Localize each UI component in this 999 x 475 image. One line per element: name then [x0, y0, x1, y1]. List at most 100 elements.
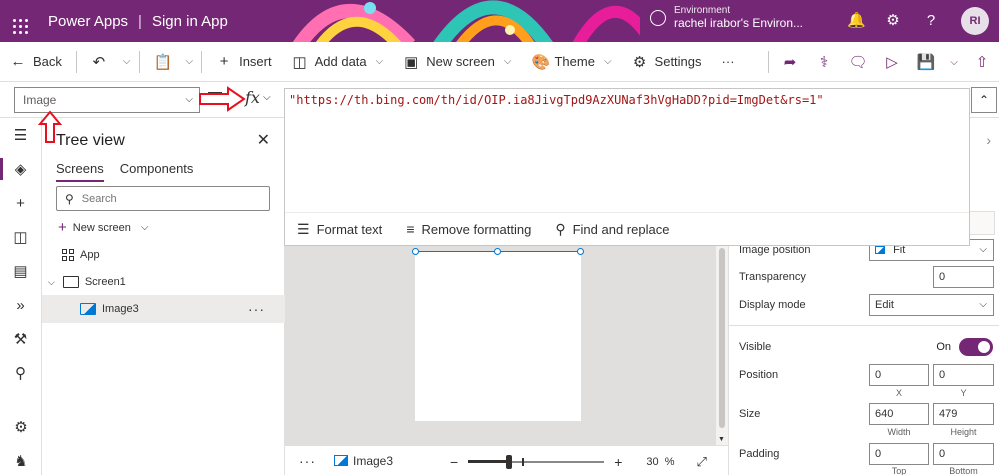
- format-text-button[interactable]: ☰ Format text: [285, 221, 394, 238]
- undo-dropdown[interactable]: ⌵: [117, 42, 135, 82]
- fx-icon[interactable]: fx: [245, 88, 260, 107]
- scrollbar-thumb[interactable]: [719, 248, 725, 428]
- divider: [138, 50, 140, 73]
- zoom-percent-value: 30: [646, 456, 659, 468]
- fit-to-window-icon[interactable]: ⤢: [697, 454, 707, 470]
- tree-search[interactable]: ⚲: [56, 186, 270, 211]
- layers-icon[interactable]: ◈: [0, 152, 41, 186]
- database-icon[interactable]: ◫: [0, 220, 41, 254]
- chevron-down-icon: ⌵: [185, 94, 193, 105]
- insert-button[interactable]: + Insert: [206, 42, 282, 82]
- tree-view-panel: Tree view ✕ Screens Components ⚲ + New s…: [42, 118, 285, 475]
- new-screen-button[interactable]: + New screen ⌵: [58, 219, 148, 236]
- chevron-down-icon[interactable]: ⌵: [263, 92, 271, 103]
- tools-icon[interactable]: ⚒: [0, 322, 41, 356]
- screen-canvas[interactable]: [415, 251, 581, 421]
- tab-screens[interactable]: Screens: [56, 161, 104, 182]
- command-bar: ← Back ↶ ⌵ 📋 ⌵ + Insert ◫ Add data ⌵ ▣ N…: [0, 42, 999, 82]
- virtual-agent-icon[interactable]: ♞: [0, 444, 42, 475]
- size-width-label: Width: [887, 427, 911, 437]
- remove-formatting-button[interactable]: ≡ Remove formatting: [394, 221, 543, 237]
- padding-top-input[interactable]: 0: [869, 443, 929, 465]
- hamburger-icon[interactable]: [208, 92, 222, 107]
- formula-editor[interactable]: "https://th.bing.com/th/id/OIP.ia8JivgTp…: [284, 88, 970, 246]
- environment-picker[interactable]: Environment rachel irabor's Environ...: [650, 5, 803, 30]
- zoom-percent: 30 %: [646, 456, 674, 468]
- more-icon[interactable]: ···: [299, 453, 316, 469]
- property-dropdown[interactable]: Image ⌵: [14, 87, 200, 113]
- tree-item-screen1[interactable]: ⌵ Screen1: [42, 268, 285, 296]
- new-screen-button[interactable]: ▣ New screen ⌵: [393, 42, 521, 82]
- play-icon[interactable]: ▷: [875, 53, 909, 71]
- add-data-button[interactable]: ◫ Add data ⌵: [282, 42, 394, 82]
- padding-bottom-input[interactable]: 0: [933, 443, 994, 465]
- size-height-input[interactable]: 479: [933, 403, 994, 425]
- properties-top-control[interactable]: [967, 211, 995, 235]
- bell-icon[interactable]: 🔔: [847, 13, 866, 29]
- resize-handle[interactable]: [494, 248, 501, 255]
- help-icon[interactable]: ?: [923, 13, 939, 29]
- display-mode-dropdown[interactable]: Edit ⌵: [869, 294, 994, 316]
- avatar[interactable]: RI: [961, 7, 989, 35]
- globe-icon: [650, 9, 666, 26]
- app-launcher-button[interactable]: [0, 9, 40, 34]
- size-width-input[interactable]: 640: [869, 403, 929, 425]
- paste-button[interactable]: 📋: [144, 42, 180, 82]
- stethoscope-icon[interactable]: ⚕: [807, 53, 841, 71]
- zoom-controls: − + 30 % ⤢: [450, 454, 707, 470]
- chevron-up-icon: ⌃: [978, 93, 990, 107]
- paste-dropdown[interactable]: ⌵: [180, 42, 198, 82]
- chevron-down-icon[interactable]: ⌵: [943, 57, 965, 68]
- power-automate-icon[interactable]: »: [0, 288, 41, 322]
- menu-icon[interactable]: ☰: [0, 118, 41, 152]
- position-y-input[interactable]: 0: [933, 364, 994, 386]
- settings-icon[interactable]: ⚙: [0, 410, 42, 444]
- formula-value[interactable]: "https://th.bing.com/th/id/OIP.ia8JivgTp…: [289, 93, 824, 107]
- selected-control-breadcrumb[interactable]: Image3: [334, 454, 393, 468]
- database-plus-icon: ◫: [292, 53, 307, 71]
- transparency-input[interactable]: 0: [933, 266, 994, 288]
- zoom-slider[interactable]: [468, 455, 605, 469]
- zoom-percent-sign: %: [664, 456, 675, 468]
- zoom-out-button[interactable]: −: [450, 454, 458, 470]
- publish-icon[interactable]: ⇧: [965, 53, 999, 71]
- settings-label: Settings: [654, 54, 702, 69]
- find-replace-button[interactable]: ⚲ Find and replace: [543, 221, 681, 238]
- search-icon[interactable]: ⚲: [0, 356, 41, 390]
- search-input[interactable]: [81, 192, 252, 205]
- new-screen-label: New screen: [72, 221, 131, 234]
- divider: [75, 50, 77, 73]
- scroll-down-icon[interactable]: ▼: [718, 436, 725, 443]
- chevron-right-icon[interactable]: ›: [986, 132, 991, 148]
- divider: [201, 50, 203, 73]
- zoom-in-button[interactable]: +: [614, 454, 622, 470]
- palette-icon: 🎨: [531, 53, 551, 71]
- visible-toggle[interactable]: [959, 338, 993, 356]
- chevron-down-icon[interactable]: ⌵: [48, 277, 55, 288]
- media-icon[interactable]: ▤: [0, 254, 41, 288]
- resize-handle[interactable]: [577, 248, 584, 255]
- undo-button[interactable]: ↶: [81, 42, 117, 82]
- position-y-label: Y: [960, 388, 967, 398]
- collapse-formula-button[interactable]: ⌃: [971, 87, 997, 113]
- tree-item-image3[interactable]: Image3 ···: [42, 295, 285, 323]
- plus-icon: +: [58, 219, 67, 236]
- theme-button[interactable]: 🎨 Theme ⌵: [521, 42, 621, 82]
- settings-button[interactable]: ⚙ Settings: [622, 42, 712, 82]
- comment-icon[interactable]: 🗨: [841, 53, 875, 71]
- save-icon[interactable]: 💾: [909, 53, 943, 71]
- more-commands-button[interactable]: ···: [712, 42, 745, 82]
- product-name[interactable]: Power Apps: [48, 13, 128, 30]
- position-x-input[interactable]: 0: [869, 364, 929, 386]
- close-icon[interactable]: ✕: [257, 130, 270, 150]
- more-options-icon[interactable]: ···: [248, 301, 265, 317]
- tree-item-app[interactable]: App: [42, 241, 285, 269]
- tab-components[interactable]: Components: [120, 161, 194, 182]
- gear-icon[interactable]: ⚙: [885, 13, 901, 29]
- back-button[interactable]: ← Back: [0, 42, 72, 82]
- divider: [768, 51, 769, 73]
- resize-handle[interactable]: [412, 248, 419, 255]
- plus-icon[interactable]: +: [0, 186, 41, 220]
- share-icon[interactable]: ➦: [773, 53, 807, 71]
- zoom-thumb[interactable]: [506, 455, 513, 469]
